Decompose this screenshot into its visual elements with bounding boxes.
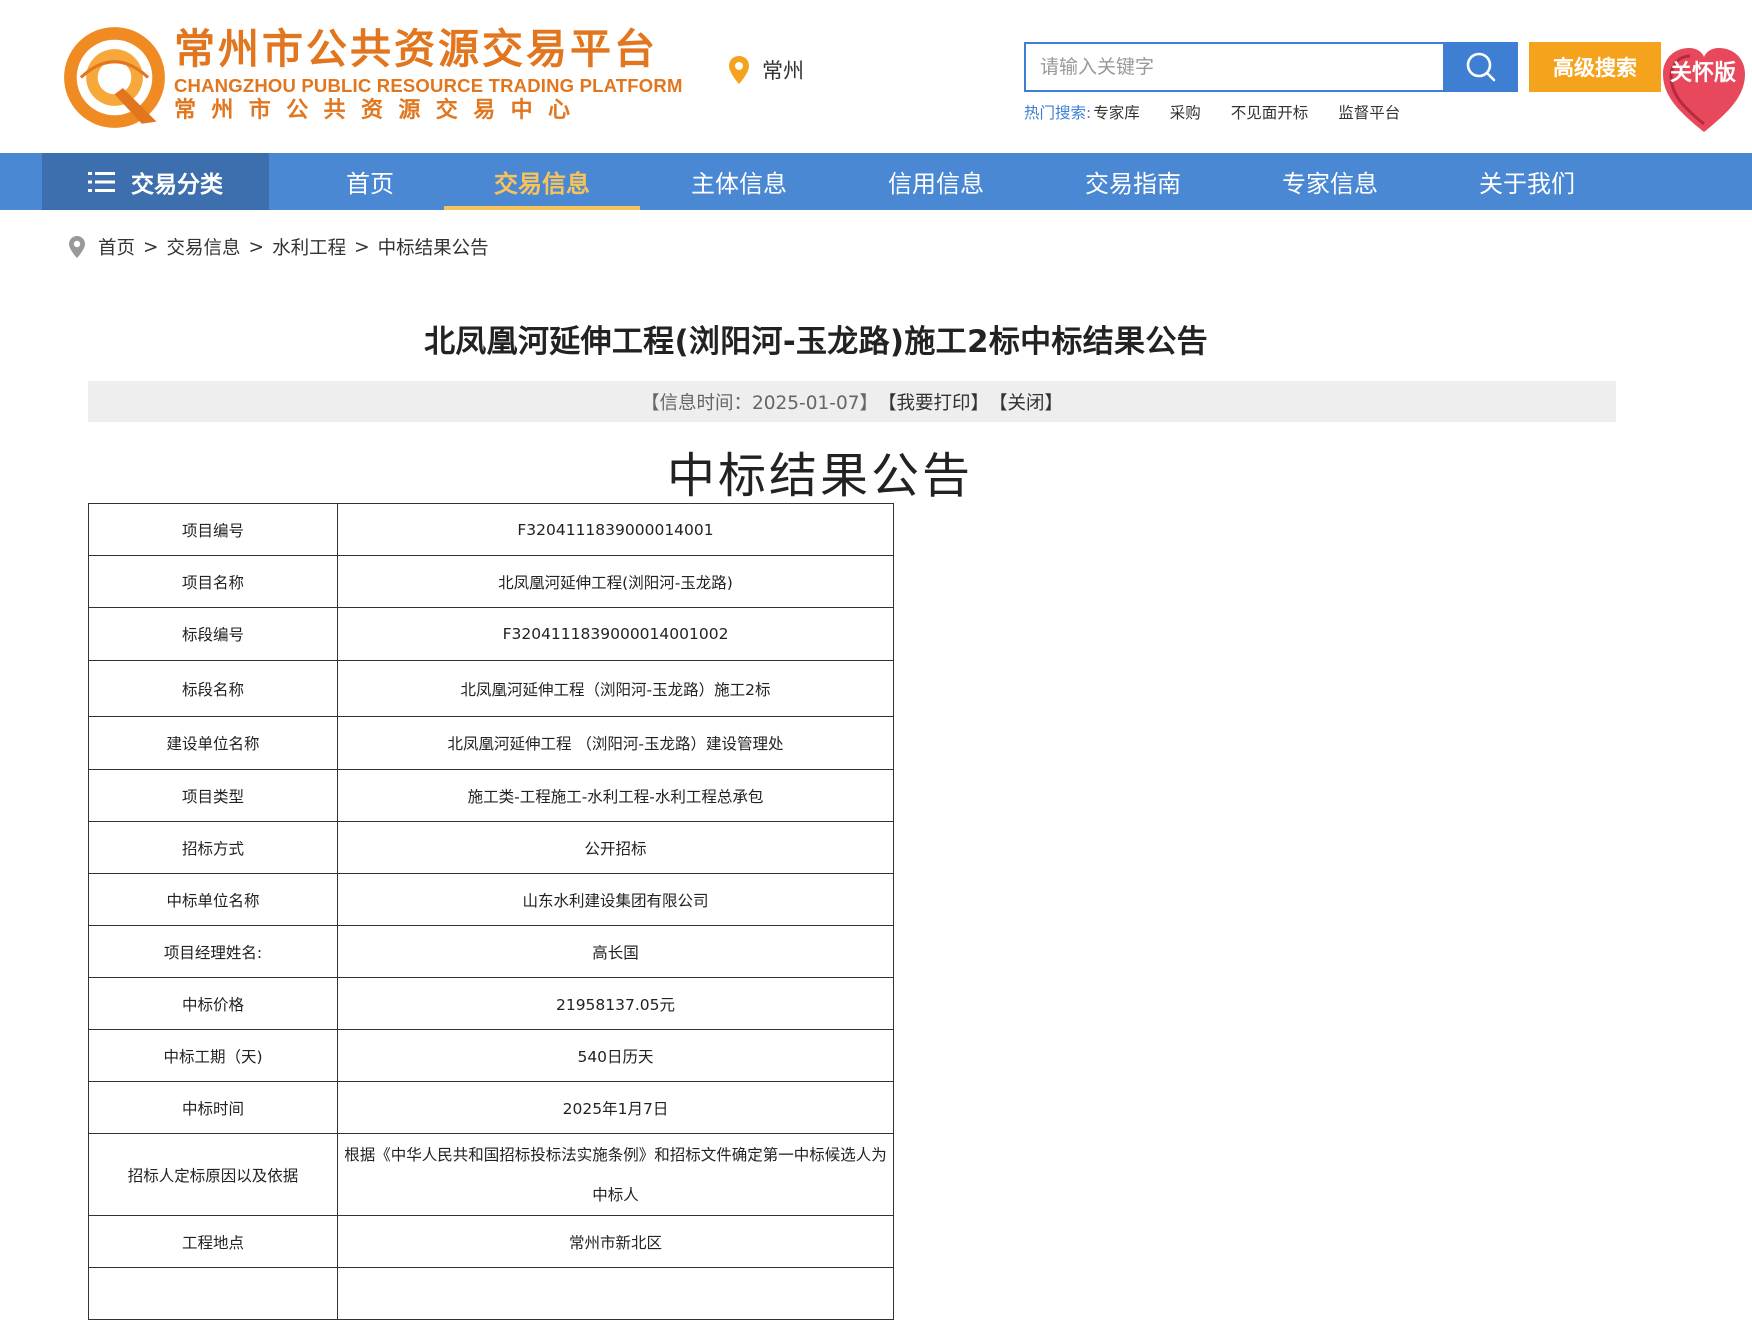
table-row: 项目类型 施工类-工程施工-水利工程-水利工程总承包 bbox=[88, 769, 894, 822]
table-row: 招标人定标原因以及依据 根据《中华人民共和国招标投标法实施条例》和招标文件确定第… bbox=[88, 1133, 894, 1216]
breadcrumb-water-engineering[interactable]: 水利工程 bbox=[272, 234, 346, 260]
table-value: 施工类-工程施工-水利工程-水利工程总承包 bbox=[337, 769, 894, 822]
nav-item-entity-info[interactable]: 主体信息 bbox=[641, 153, 837, 210]
table-row: 建设单位名称 北凤凰河延伸工程 （浏阳河-玉龙路）建设管理处 bbox=[88, 716, 894, 770]
table-value: 根据《中华人民共和国招标投标法实施条例》和招标文件确定第一中标候选人为中标人 bbox=[337, 1133, 894, 1216]
breadcrumb-pin-icon bbox=[69, 236, 85, 258]
table-key: 招标人定标原因以及依据 bbox=[88, 1133, 338, 1216]
table-value: 21958137.05元 bbox=[337, 977, 894, 1030]
location-selector[interactable]: 常州 bbox=[728, 54, 804, 86]
table-key: 中标时间 bbox=[88, 1081, 338, 1134]
table-row: 中标价格 21958137.05元 bbox=[88, 977, 894, 1030]
logo-text[interactable]: 常州市公共资源交易平台 CHANGZHOU PUBLIC RESOURCE TR… bbox=[174, 24, 683, 124]
location-label: 常州 bbox=[762, 59, 804, 83]
search-input[interactable] bbox=[1026, 44, 1443, 90]
hot-search: 热门搜索: 专家库 采购 不见面开标 监督平台 bbox=[1024, 101, 1430, 123]
table-value: 北凤凰河延伸工程（浏阳河-玉龙路）施工2标 bbox=[337, 660, 894, 717]
category-menu-label: 交易分类 bbox=[131, 171, 223, 198]
table-value: 2025年1月7日 bbox=[337, 1081, 894, 1134]
table-key: 项目编号 bbox=[88, 503, 338, 556]
table-key: 工程地点 bbox=[88, 1215, 338, 1268]
menu-icon bbox=[88, 171, 115, 192]
table-key: 标段名称 bbox=[88, 660, 338, 717]
table-value: F3204111839000014001 bbox=[337, 503, 894, 556]
table-row: 项目编号 F3204111839000014001 bbox=[88, 503, 894, 556]
care-version-button[interactable]: 关怀版 bbox=[1659, 40, 1749, 136]
breadcrumb-current[interactable]: 中标结果公告 bbox=[378, 234, 489, 260]
table-value: 北凤凰河延伸工程(浏阳河-玉龙路) bbox=[337, 555, 894, 608]
site-header: 常州市公共资源交易平台 CHANGZHOU PUBLIC RESOURCE TR… bbox=[0, 0, 1752, 153]
print-link[interactable]: 【我要打印】 bbox=[878, 389, 989, 415]
breadcrumb-separator: > bbox=[354, 236, 370, 258]
search-button[interactable] bbox=[1443, 42, 1518, 92]
table-row: 中标时间 2025年1月7日 bbox=[88, 1081, 894, 1134]
table-key: 招标方式 bbox=[88, 821, 338, 874]
document-title: 中标结果公告 bbox=[666, 448, 973, 504]
table-key: 建设单位名称 bbox=[88, 716, 338, 770]
location-pin-icon bbox=[729, 56, 749, 84]
table-row: 项目经理姓名: 高长国 bbox=[88, 925, 894, 978]
award-info-table: 项目编号 F3204111839000014001 项目名称 北凤凰河延伸工程(… bbox=[88, 503, 894, 1320]
table-key: 项目类型 bbox=[88, 769, 338, 822]
breadcrumb-separator: > bbox=[143, 236, 159, 258]
care-label: 关怀版 bbox=[1670, 61, 1736, 86]
nav-active-indicator bbox=[444, 206, 640, 210]
table-key: 项目经理姓名: bbox=[88, 925, 338, 978]
search-box bbox=[1024, 42, 1443, 92]
breadcrumb-home[interactable]: 首页 bbox=[98, 234, 135, 260]
logo-icon[interactable] bbox=[62, 25, 167, 130]
breadcrumb-trading-info[interactable]: 交易信息 bbox=[167, 234, 241, 260]
main-nav: 交易分类 首页 交易信息 主体信息 信用信息 交易指南 专家信息 关于我们 bbox=[0, 153, 1752, 210]
hot-search-label: 热门搜索: bbox=[1024, 104, 1092, 122]
table-value bbox=[337, 1267, 894, 1320]
nav-item-about-us[interactable]: 关于我们 bbox=[1429, 153, 1625, 210]
table-key: 项目名称 bbox=[88, 555, 338, 608]
hot-search-item[interactable]: 不见面开标 bbox=[1231, 101, 1309, 123]
table-row: 标段编号 F3204111839000014001002 bbox=[88, 607, 894, 661]
table-row: 工程地点 常州市新北区 bbox=[88, 1215, 894, 1268]
nav-item-home[interactable]: 首页 bbox=[272, 153, 468, 210]
table-value: 北凤凰河延伸工程 （浏阳河-玉龙路）建设管理处 bbox=[337, 716, 894, 770]
hot-search-item[interactable]: 专家库 bbox=[1093, 101, 1140, 123]
nav-item-trading-info[interactable]: 交易信息 bbox=[444, 153, 640, 210]
table-key: 中标单位名称 bbox=[88, 873, 338, 926]
nav-item-credit-info[interactable]: 信用信息 bbox=[838, 153, 1034, 210]
breadcrumb-separator: > bbox=[248, 236, 265, 258]
info-time: 【信息时间：2025-01-07】 bbox=[640, 392, 878, 414]
table-key: 中标工期（天) bbox=[88, 1029, 338, 1082]
care-heart-icon: 关怀版 bbox=[1663, 48, 1745, 132]
table-key: 中标价格 bbox=[88, 977, 338, 1030]
table-value: 高长国 bbox=[337, 925, 894, 978]
close-link[interactable]: 【关闭】 bbox=[989, 389, 1063, 415]
nav-item-expert-info[interactable]: 专家信息 bbox=[1232, 153, 1428, 210]
logo-subtitle-cn: 常州市公共资源交易中心 bbox=[174, 98, 586, 123]
table-row bbox=[88, 1267, 894, 1320]
article-title: 北凤凰河延伸工程(浏阳河-玉龙路)施工2标中标结果公告 bbox=[424, 324, 1208, 360]
nav-item-trading-guide[interactable]: 交易指南 bbox=[1035, 153, 1231, 210]
table-row: 标段名称 北凤凰河延伸工程（浏阳河-玉龙路）施工2标 bbox=[88, 660, 894, 717]
search-icon bbox=[1466, 52, 1495, 82]
table-value: 540日历天 bbox=[337, 1029, 894, 1082]
table-value: 山东水利建设集团有限公司 bbox=[337, 873, 894, 926]
table-value: F3204111839000014001002 bbox=[337, 607, 894, 661]
table-row: 项目名称 北凤凰河延伸工程(浏阳河-玉龙路) bbox=[88, 555, 894, 608]
article-meta-bar: 【信息时间：2025-01-07】 【我要打印】 【关闭】 bbox=[88, 381, 1616, 422]
table-value: 常州市新北区 bbox=[337, 1215, 894, 1268]
table-key: 标段编号 bbox=[88, 607, 338, 661]
breadcrumb: 首页 > 交易信息 > 水利工程 > 中标结果公告 bbox=[68, 233, 489, 261]
advanced-search-button[interactable]: 高级搜索 bbox=[1529, 42, 1661, 92]
table-key bbox=[88, 1267, 338, 1320]
table-row: 中标工期（天) 540日历天 bbox=[88, 1029, 894, 1082]
category-menu-button[interactable]: 交易分类 bbox=[42, 153, 269, 210]
table-row: 招标方式 公开招标 bbox=[88, 821, 894, 874]
table-value: 公开招标 bbox=[337, 821, 894, 874]
hot-search-item[interactable]: 监督平台 bbox=[1338, 101, 1400, 123]
logo-title-cn: 常州市公共资源交易平台 bbox=[174, 25, 658, 73]
hot-search-item[interactable]: 采购 bbox=[1170, 101, 1201, 123]
logo-title-en: CHANGZHOU PUBLIC RESOURCE TRADING PLATFO… bbox=[174, 75, 683, 96]
table-row: 中标单位名称 山东水利建设集团有限公司 bbox=[88, 873, 894, 926]
